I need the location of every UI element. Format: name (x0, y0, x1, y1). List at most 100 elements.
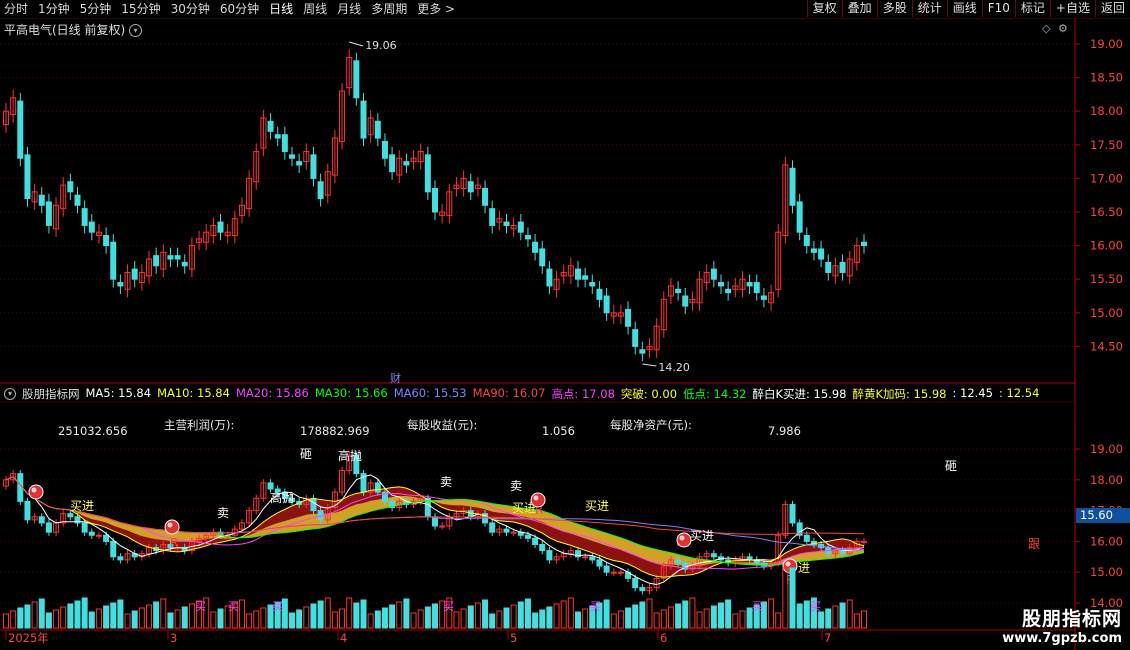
volume-bar (60, 606, 67, 629)
signal-ball (28, 484, 44, 500)
low-marker-arrow (642, 363, 657, 367)
volume-bar (103, 605, 110, 629)
watermark-title: 股朋指标网 (1021, 608, 1122, 630)
ind-candle-body (603, 565, 610, 573)
volume-bar (832, 605, 839, 629)
indicator-name[interactable]: 股朋指标网 (22, 386, 80, 402)
candle-body (289, 154, 295, 159)
signal-label: 卖 (510, 479, 522, 493)
volume-bar (10, 610, 17, 629)
chevron-down-icon[interactable]: ▾ (129, 24, 143, 37)
volume-bar (3, 613, 9, 629)
volume-bar (124, 613, 131, 629)
volume-bar (24, 604, 31, 629)
chevron-down-icon[interactable]: ▾ (4, 388, 16, 400)
candle-body (839, 261, 846, 273)
signal-label: 买进 (585, 499, 609, 513)
volume-bar (682, 600, 689, 629)
ind-candle-body (546, 550, 553, 561)
candle-body (539, 248, 546, 267)
candle-body (110, 241, 117, 280)
volume-bar (153, 601, 160, 629)
candle-body (517, 221, 524, 233)
volume-signal-label: 买 (272, 600, 283, 613)
volume-bar (45, 612, 52, 629)
kline-chart[interactable]: 19.00 18.50 18.00 17.50 17.00 16.50 16.00 15.50… (0, 0, 1130, 650)
price-tick-label: 18.00 (1090, 104, 1123, 118)
candle-body (181, 261, 188, 267)
indicator-value: MA30: 15.66 (314, 386, 388, 400)
time-axis-label: 6 (660, 631, 667, 645)
candle-body (753, 282, 760, 294)
candle-body (117, 282, 124, 287)
signal-label: 卖 (440, 475, 452, 489)
settings-icon[interactable]: ⚙ (1058, 22, 1068, 35)
volume-bar (95, 608, 102, 629)
price-tick-label: 16.00 (1090, 239, 1123, 253)
volume-bar (167, 612, 174, 629)
ind-candle-body (596, 559, 603, 567)
watermark: 股朋指标网 www.7gpzb.com (1002, 604, 1122, 646)
time-axis-label: 5 (510, 631, 517, 645)
ind-candle-body (639, 587, 646, 592)
volume-bar (396, 601, 403, 629)
volume-bar (582, 608, 589, 629)
time-axis-label: 2025年 (8, 631, 49, 645)
indicator-value: MA10: 15.84 (157, 386, 230, 400)
volume-bar (610, 613, 617, 629)
volume-bar (660, 609, 667, 629)
signal-ball-shine (679, 535, 685, 541)
indicator-tick-label: 16.00 (1090, 534, 1123, 548)
candle-body (682, 295, 689, 307)
volume-bar (696, 611, 703, 629)
ind-candle-body (803, 534, 810, 542)
candle-body (353, 60, 360, 99)
ind-candle-body (489, 522, 496, 533)
signal-ball (164, 519, 180, 535)
volume-bar (496, 610, 503, 629)
ind-candle-body (24, 500, 31, 521)
event-marker[interactable]: 财 (390, 370, 401, 386)
volume-bar (160, 598, 167, 629)
volume-bar (646, 598, 653, 629)
volume-bar (217, 608, 224, 629)
ind-candle-body (38, 516, 45, 524)
candle-body (360, 100, 367, 139)
bvps-value: 7.986 (768, 424, 801, 438)
main-profit-label: 主营利润(万): (164, 418, 235, 432)
signal-ball-shine (785, 561, 791, 567)
volume-bar (539, 609, 546, 629)
current-price-tag: 15.60 (1076, 508, 1130, 523)
volume-bar (703, 608, 710, 629)
signal-ball-shine (167, 522, 173, 528)
signal-ball-shine (31, 487, 37, 493)
volume-bar (303, 606, 310, 629)
volume-bar (210, 611, 217, 629)
diamond-icon[interactable]: ◇ (1042, 22, 1050, 35)
volume-bar (803, 600, 810, 629)
volume-bar (718, 602, 724, 629)
candle-body (489, 208, 496, 226)
candle-body (625, 308, 632, 327)
candle-body (582, 275, 589, 280)
bvps-label: 每股净资产(元): (610, 418, 692, 432)
ind-candle-body (839, 550, 846, 555)
price-tick-label: 17.00 (1090, 171, 1123, 185)
candle-body (482, 187, 489, 206)
candle-body (45, 201, 52, 226)
signal-label: 跟 (1028, 537, 1040, 551)
indicator-value: MA5: 15.84 (85, 386, 152, 400)
indicator-value: 高点: 17.08 (551, 387, 615, 401)
candle-body (131, 268, 138, 280)
volume-bar (482, 599, 489, 629)
volume-bar (732, 613, 739, 629)
ind-candle-body (582, 556, 589, 559)
volume-bar (861, 610, 867, 629)
volume-bar (339, 608, 346, 629)
ind-candle-body (524, 534, 531, 539)
volume-bar (110, 602, 117, 629)
volume-bar (846, 599, 853, 629)
volume-bar (467, 605, 474, 629)
signal-label: 高抛 (270, 490, 294, 505)
ind-candle-body (589, 556, 596, 561)
